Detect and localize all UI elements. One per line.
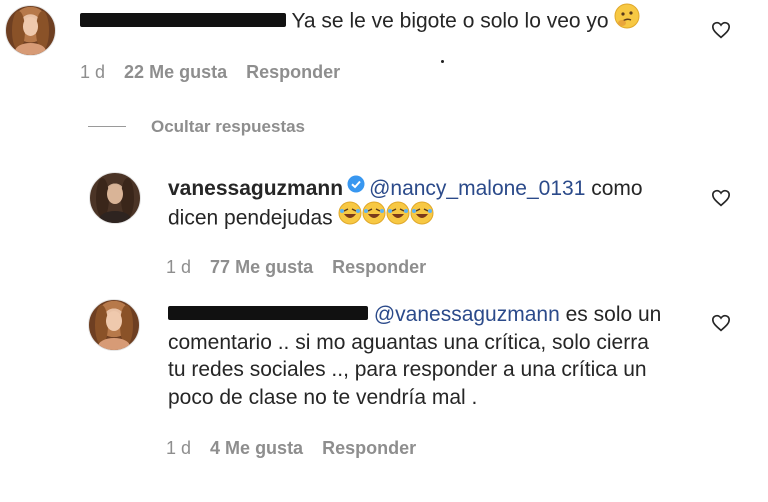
comment-text: @vanessaguzmann es solo un <box>168 301 661 329</box>
comment-time: 1 d <box>166 438 192 458</box>
divider-line <box>88 126 126 127</box>
stray-dot <box>441 60 444 63</box>
avatar[interactable] <box>89 172 141 224</box>
username[interactable]: vanessaguzmann <box>168 177 343 200</box>
like-heart-icon[interactable] <box>711 314 731 332</box>
avatar[interactable] <box>88 299 140 351</box>
redacted-username <box>80 13 286 27</box>
redacted-username <box>168 306 368 321</box>
comment-text-line4: poco de clase no te vendría mal . <box>168 386 478 409</box>
reply-button[interactable]: Responder <box>246 62 340 82</box>
reply-button[interactable]: Responder <box>332 257 426 277</box>
comment-text: Ya se le ve bigote o solo lo veo yo <box>80 3 640 39</box>
laughing-emoji-icon <box>338 201 434 233</box>
comment-meta: 1 d 22 Me gusta Responder <box>80 62 354 83</box>
avatar[interactable] <box>5 5 56 56</box>
comment-text-line2: dicen pendejudas <box>168 201 434 235</box>
mention-link[interactable]: @nancy_malone_0131 <box>369 177 585 200</box>
comment-time: 1 d <box>80 62 106 82</box>
likes-count[interactable]: 77 Me gusta <box>210 257 313 277</box>
comment-meta: 1 d 4 Me gusta Responder <box>166 438 430 459</box>
comment-body: Ya se le ve bigote o solo lo veo yo <box>291 9 609 33</box>
reply-button[interactable]: Responder <box>322 438 416 458</box>
like-heart-icon[interactable] <box>711 189 731 207</box>
likes-count[interactable]: 4 Me gusta <box>210 438 303 458</box>
comment-body-line1: es solo un <box>565 303 662 326</box>
like-heart-icon[interactable] <box>711 21 731 39</box>
likes-count[interactable]: 22 Me gusta <box>124 62 227 82</box>
verified-badge-icon <box>347 173 365 201</box>
thinking-face-icon <box>614 3 640 37</box>
comment-body-line2: dicen pendejudas <box>168 206 333 230</box>
comment-meta: 1 d 77 Me gusta Responder <box>166 257 440 278</box>
hide-replies-label[interactable]: Ocultar respuestas <box>151 117 305 137</box>
comment-text: vanessaguzmann @nancy_malone_0131 como <box>168 175 643 203</box>
comment-time: 1 d <box>166 257 192 277</box>
comment-text-line3: tu redes sociales .., para responder a u… <box>168 358 647 381</box>
comment-body-line1: como <box>591 177 643 200</box>
comment-text-line2: comentario .. si mo aguantas una crítica… <box>168 331 649 354</box>
mention-link[interactable]: @vanessaguzmann <box>374 303 560 326</box>
